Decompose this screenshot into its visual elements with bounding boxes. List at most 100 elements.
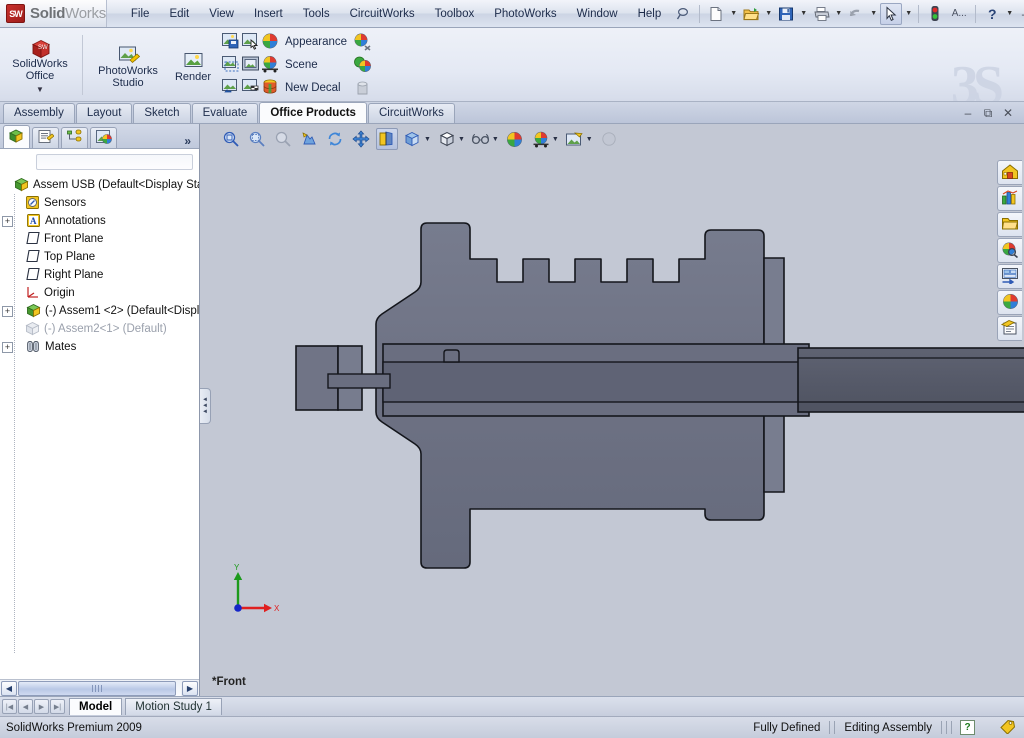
view-palette-button[interactable] <box>997 264 1022 289</box>
options-gear-icon[interactable]: A... <box>948 3 970 25</box>
printer-icon[interactable] <box>810 3 832 25</box>
menu-toolbox[interactable]: Toolbox <box>425 4 485 24</box>
close-document-button[interactable]: ✕ <box>998 103 1018 123</box>
first-tab-button[interactable]: |◀ <box>2 699 17 714</box>
tree-item-assem1[interactable]: + (-) Assem1 <2> (Default<Display State-… <box>2 302 199 320</box>
menu-window[interactable]: Window <box>567 4 628 24</box>
tree-item-origin[interactable]: Origin <box>2 284 199 302</box>
solidworks-office-button[interactable]: SW SolidWorks Office ▼ <box>6 34 74 96</box>
render-to-file-icon[interactable] <box>221 32 241 52</box>
solidworks-resources-button[interactable] <box>997 160 1022 185</box>
new-document-icon[interactable] <box>705 3 727 25</box>
appearance-edit-icon[interactable] <box>353 32 373 52</box>
tree-item-annotations[interactable]: + A Annotations <box>2 212 199 230</box>
display-manager-tab[interactable] <box>90 127 117 148</box>
scene-ball-icon[interactable] <box>261 55 281 75</box>
file-explorer-button[interactable] <box>997 212 1022 237</box>
graphics-area[interactable]: ▼ ▼ ▼ ▼ ▼ Y X *Front <box>200 124 1024 696</box>
tree-expander[interactable]: + <box>2 305 13 317</box>
appearances-scenes-button[interactable] <box>997 290 1022 315</box>
usb-connector-assembly[interactable] <box>200 124 1024 696</box>
appearance-copy-icon[interactable] <box>353 55 373 75</box>
feature-filter-input[interactable] <box>36 154 193 170</box>
render-area-icon[interactable] <box>241 32 261 52</box>
tree-expander[interactable]: + <box>2 341 13 353</box>
render-region-icon[interactable] <box>221 55 241 75</box>
menu-file[interactable]: File <box>121 4 160 24</box>
search-button[interactable] <box>997 238 1022 263</box>
question-mark-icon[interactable]: ? <box>981 3 1003 25</box>
print-dropdown-icon[interactable]: ▼ <box>833 3 844 25</box>
tab-layout[interactable]: Layout <box>75 103 133 123</box>
menu-insert[interactable]: Insert <box>244 4 293 24</box>
tag-icon[interactable] <box>999 718 1016 737</box>
cursor-arrow-icon[interactable] <box>880 2 903 25</box>
appearance-ball-icon[interactable] <box>261 32 281 52</box>
tab-office-products[interactable]: Office Products <box>259 102 367 123</box>
status-help-icon[interactable]: ? <box>960 720 975 735</box>
new-decal-label[interactable]: New Decal <box>285 82 341 94</box>
save-dropdown-icon[interactable]: ▼ <box>798 3 809 25</box>
appearance-label[interactable]: Appearance <box>285 36 347 48</box>
minimize-window-button[interactable]: – <box>1015 4 1024 24</box>
save-disk-icon[interactable] <box>775 3 797 25</box>
menu-tools[interactable]: Tools <box>293 4 340 24</box>
configuration-manager-tab[interactable] <box>61 127 88 148</box>
render-button[interactable]: Render <box>165 47 221 83</box>
tree-item-right-plane[interactable]: Right Plane <box>2 266 199 284</box>
feature-manager-tab[interactable] <box>3 125 30 148</box>
restore-document-button[interactable]: ⧉ <box>978 103 998 123</box>
help-dropdown-icon[interactable]: ▼ <box>1004 3 1015 25</box>
tree-item-top-plane[interactable]: Top Plane <box>2 248 199 266</box>
search-icon[interactable] <box>672 3 694 25</box>
scroll-left-icon[interactable]: ◀ <box>1 680 17 696</box>
minimize-document-button[interactable]: – <box>958 103 978 123</box>
tab-model[interactable]: Model <box>69 698 123 715</box>
previous-tab-button[interactable]: ◀ <box>18 699 33 714</box>
chevron-down-icon[interactable]: ▼ <box>36 84 44 96</box>
feature-tree-hscrollbar[interactable]: ◀ ▶ <box>0 679 199 696</box>
hscroll-track[interactable] <box>18 680 181 696</box>
tree-item-sensors[interactable]: Sensors <box>2 194 199 212</box>
photoworks-studio-button[interactable]: PhotoWorks Studio <box>91 41 165 89</box>
menu-circuitworks[interactable]: CircuitWorks <box>340 4 425 24</box>
next-tab-button[interactable]: ▶ <box>34 699 49 714</box>
scroll-right-icon[interactable]: ▶ <box>182 680 198 696</box>
preview-window-icon[interactable] <box>241 55 261 75</box>
panel-expand-icon[interactable]: » <box>184 134 199 148</box>
tree-item-assem2[interactable]: (-) Assem2<1> (Default) <box>2 320 199 338</box>
tab-circuitworks[interactable]: CircuitWorks <box>367 103 455 123</box>
render-flag-icon[interactable] <box>241 78 261 98</box>
decal-icon[interactable] <box>261 78 281 98</box>
tree-item-assem-usb[interactable]: Assem USB (Default<Display State-1>) <box>2 176 199 194</box>
select-dropdown-icon[interactable]: ▼ <box>903 3 914 25</box>
open-folder-icon[interactable] <box>740 3 762 25</box>
menu-edit[interactable]: Edit <box>159 4 199 24</box>
new-document-dropdown-icon[interactable]: ▼ <box>728 3 739 25</box>
panel-splitter-handle[interactable]: ◄ ◄ ◄ <box>200 388 211 424</box>
tree-expander[interactable] <box>2 180 13 191</box>
last-tab-button[interactable]: ▶| <box>50 699 65 714</box>
tab-motion-study-1[interactable]: Motion Study 1 <box>125 698 222 715</box>
design-library-button[interactable] <box>997 186 1022 211</box>
decal-paste-icon[interactable] <box>353 78 373 98</box>
render-last-icon[interactable] <box>221 78 241 98</box>
undo-arrow-icon[interactable] <box>845 3 867 25</box>
open-document-dropdown-icon[interactable]: ▼ <box>763 3 774 25</box>
file-folder-icon <box>1001 215 1019 234</box>
tab-sketch[interactable]: Sketch <box>133 103 191 123</box>
custom-properties-button[interactable] <box>997 316 1022 341</box>
hscroll-thumb[interactable] <box>18 680 176 696</box>
menu-view[interactable]: View <box>199 4 244 24</box>
menu-photoworks[interactable]: PhotoWorks <box>484 4 566 24</box>
menu-help[interactable]: Help <box>628 4 672 24</box>
tree-item-front-plane[interactable]: Front Plane <box>2 230 199 248</box>
tree-item-mates[interactable]: + Mates <box>2 338 199 356</box>
tab-assembly[interactable]: Assembly <box>3 103 75 123</box>
scene-label[interactable]: Scene <box>285 59 318 71</box>
property-manager-tab[interactable] <box>32 127 59 148</box>
tab-evaluate[interactable]: Evaluate <box>191 103 259 123</box>
tree-expander[interactable]: + <box>2 215 13 227</box>
undo-dropdown-icon[interactable]: ▼ <box>868 3 879 25</box>
traffic-light-icon[interactable] <box>924 3 946 25</box>
